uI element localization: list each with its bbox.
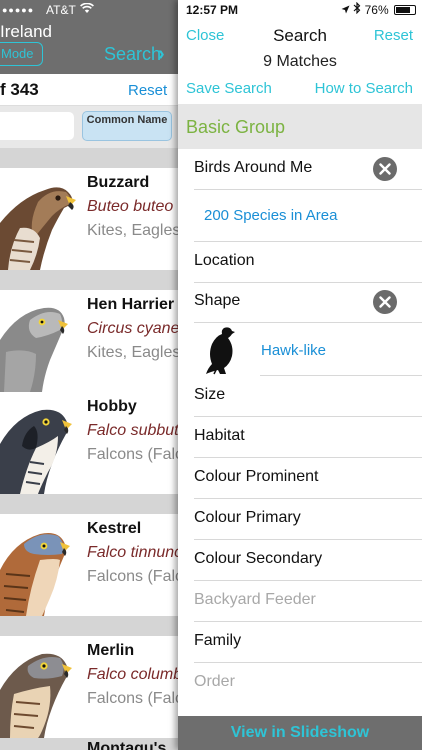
row-separator bbox=[0, 616, 178, 636]
hobby-image bbox=[0, 392, 82, 494]
row-label: Birds Around Me bbox=[194, 159, 313, 176]
row-label: Colour Primary bbox=[194, 509, 301, 526]
list-item[interactable]: Hen Harrier Circus cyaneus Kites, Eagles bbox=[0, 290, 196, 392]
list-item[interactable]: Hobby Falco subbuteo Falcons (Falconidae… bbox=[0, 392, 236, 494]
size-row[interactable]: Size bbox=[178, 376, 422, 417]
row-label: Family bbox=[194, 632, 242, 649]
status-right: 76% bbox=[341, 0, 416, 20]
row-label: Colour Secondary bbox=[194, 550, 323, 567]
filter-bar: Common Name bbox=[0, 106, 178, 148]
group-header-label: Basic Group bbox=[186, 117, 286, 137]
battery-icon bbox=[394, 5, 416, 15]
list-status-bar: ●●●●● AT&T bbox=[0, 0, 180, 20]
list-item[interactable]: Montagu's bbox=[0, 740, 178, 750]
row-label: Size bbox=[194, 386, 226, 403]
status-time: 12:57 PM bbox=[186, 3, 239, 17]
row-label: Shape bbox=[194, 292, 241, 309]
row-label: Backyard Feeder bbox=[194, 591, 316, 608]
status-bar: 12:57 PM 76% bbox=[178, 0, 422, 20]
row-divider bbox=[194, 189, 422, 190]
chevron-right-icon[interactable]: › bbox=[158, 43, 165, 66]
section-divider bbox=[0, 148, 178, 168]
colour-secondary-row[interactable]: Colour Secondary bbox=[178, 540, 422, 581]
row-label: Location bbox=[194, 252, 255, 269]
slideshow-bar: View in Slideshow bbox=[178, 716, 422, 750]
bird-common-name: Kestrel bbox=[87, 520, 142, 537]
battery-percent: 76% bbox=[364, 3, 389, 17]
colour-primary-row[interactable]: Colour Primary bbox=[178, 499, 422, 540]
backyard-feeder-row[interactable]: Backyard Feeder bbox=[178, 581, 422, 622]
mode-button[interactable]: Mode bbox=[0, 42, 43, 66]
bird-latin-name: Buteo buteo bbox=[87, 198, 174, 215]
clear-icon[interactable] bbox=[373, 157, 397, 181]
bird-family: Kites, Eagles bbox=[87, 222, 181, 239]
search-panel: 12:57 PM 76% Search Close Reset 9 Matche… bbox=[178, 0, 422, 750]
close-button[interactable]: Close bbox=[186, 27, 224, 44]
clear-icon[interactable] bbox=[373, 290, 397, 314]
bluetooth-icon bbox=[353, 1, 364, 17]
bird-common-name: Hen Harrier bbox=[87, 296, 175, 313]
list-search-input[interactable] bbox=[0, 112, 74, 140]
how-to-search-button[interactable]: How to Search bbox=[315, 80, 413, 97]
search-link[interactable]: Search bbox=[104, 44, 161, 65]
location-arrow-icon bbox=[341, 3, 353, 17]
signal-icon: ●●●●● bbox=[2, 5, 35, 15]
bird-family: Kites, Eagles bbox=[87, 344, 181, 361]
shape-selection-row[interactable]: Hawk-like bbox=[178, 322, 422, 376]
carrier-label: AT&T bbox=[46, 3, 76, 17]
bird-common-name: Merlin bbox=[87, 642, 135, 659]
row-label: Habitat bbox=[194, 427, 245, 444]
order-row[interactable]: Order bbox=[178, 663, 422, 704]
count-bar: f 343 Reset bbox=[0, 74, 178, 106]
common-name-button[interactable]: Common Name bbox=[82, 111, 172, 141]
hen-harrier-image bbox=[0, 290, 82, 392]
row-label: Order bbox=[194, 673, 235, 690]
bird-common-name: Montagu's bbox=[87, 740, 167, 750]
list-item[interactable]: Kestrel Falco tinnunculus Falcons (Falco… bbox=[0, 514, 236, 616]
species-in-area-row[interactable]: 200 Species in Area bbox=[178, 195, 422, 242]
habitat-row[interactable]: Habitat bbox=[178, 417, 422, 458]
hawk-silhouette-icon bbox=[200, 324, 240, 381]
list-item[interactable]: Buzzard Buteo buteo Kites, Eagles bbox=[0, 168, 181, 270]
location-row[interactable]: Location bbox=[178, 242, 422, 283]
kestrel-image bbox=[0, 514, 82, 616]
save-search-button[interactable]: Save Search bbox=[186, 80, 272, 97]
merlin-image bbox=[0, 636, 82, 738]
species-count: f 343 bbox=[0, 80, 39, 99]
shape-value: Hawk-like bbox=[261, 342, 327, 359]
reset-button[interactable]: Reset bbox=[374, 27, 413, 44]
wifi-icon bbox=[80, 0, 94, 20]
row-separator bbox=[0, 270, 178, 290]
region-title: Ireland bbox=[0, 22, 52, 41]
view-in-slideshow-button[interactable]: View in Slideshow bbox=[178, 724, 422, 742]
colour-prominent-row[interactable]: Colour Prominent bbox=[178, 458, 422, 499]
row-value: 200 Species in Area bbox=[204, 207, 338, 224]
row-label: Colour Prominent bbox=[194, 468, 319, 485]
row-separator bbox=[0, 494, 178, 514]
list-item[interactable]: Merlin Falco columbarius Falcons (Falcon… bbox=[0, 636, 236, 738]
buzzard-image bbox=[0, 168, 82, 270]
birds-around-me-row[interactable]: Birds Around Me bbox=[178, 149, 422, 190]
bird-common-name: Buzzard bbox=[87, 174, 150, 191]
match-count: 9 Matches bbox=[263, 53, 337, 70]
family-row[interactable]: Family bbox=[178, 622, 422, 663]
shape-row[interactable]: Shape bbox=[178, 282, 422, 323]
list-reset-button[interactable]: Reset bbox=[128, 82, 167, 99]
group-header: Basic Group bbox=[178, 104, 422, 149]
bird-common-name: Hobby bbox=[87, 398, 137, 415]
